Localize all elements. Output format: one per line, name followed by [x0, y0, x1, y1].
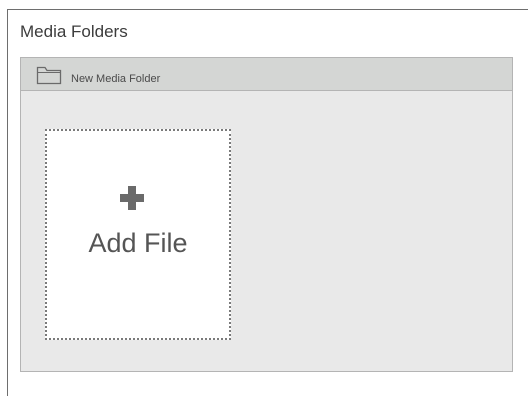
- folder-icon: [36, 66, 62, 85]
- new-media-folder-button[interactable]: New Media Folder: [21, 58, 512, 91]
- media-folder-panel: New Media Folder Add File: [20, 57, 513, 372]
- section-title: Media Folders: [20, 22, 128, 41]
- plus-icon: [120, 186, 144, 210]
- add-file-label: Add File: [88, 228, 188, 258]
- new-media-folder-label: New Media Folder: [71, 73, 161, 85]
- add-file-button[interactable]: Add File: [45, 129, 231, 340]
